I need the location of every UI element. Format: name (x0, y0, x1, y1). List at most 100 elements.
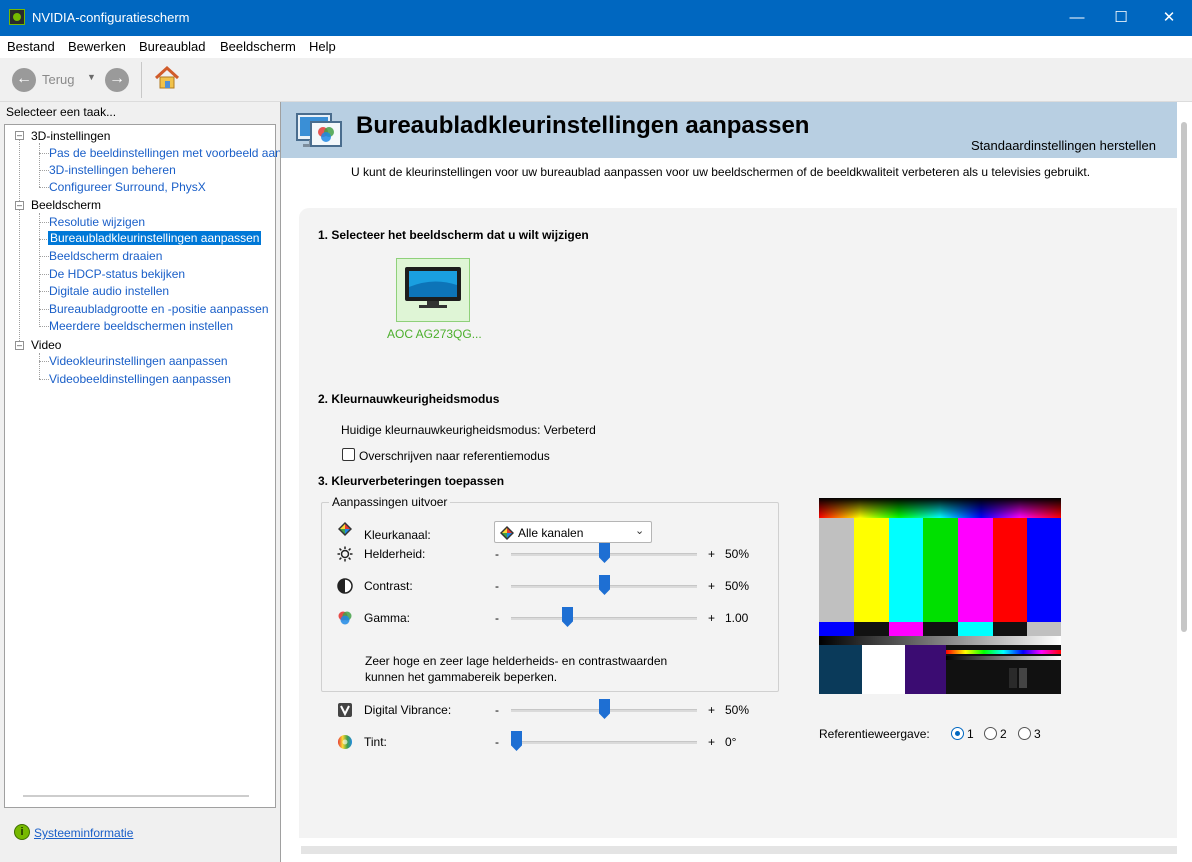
gamma-label: Gamma: (364, 611, 411, 625)
gamma-increase[interactable]: + (708, 611, 715, 625)
back-button-label[interactable]: Terug (42, 72, 75, 87)
nvidia-app-icon (9, 9, 25, 25)
digital-vibrance-label: Digital Vibrance: (364, 703, 452, 717)
section-1-heading: 1. Selecteer het beeldscherm dat u wilt … (318, 228, 589, 242)
reference-radio-2[interactable] (984, 727, 997, 740)
tree-category-video[interactable]: Video (31, 338, 61, 352)
menu-bar: Bestand Bewerken Bureaublad Beeldscherm … (0, 36, 1192, 58)
chevron-down-icon: ⌄ (635, 525, 645, 537)
gamma-icon (337, 610, 353, 626)
tree-item-beeldinstellingen-voorbeeld[interactable]: Pas de beeldinstellingen met voorbeeld a… (49, 146, 282, 160)
contrast-icon (337, 578, 353, 594)
current-accuracy-mode: Huidige kleurnauwkeurigheidsmodus: Verbe… (341, 423, 596, 437)
tree-item-digitale-audio[interactable]: Digitale audio instellen (49, 284, 169, 298)
color-channel-value: Alle kanalen (518, 526, 584, 540)
digital-vibrance-decrease[interactable]: - (495, 703, 499, 717)
page-description: U kunt de kleurinstellingen voor uw bure… (351, 165, 1091, 179)
tree-item-hdcp[interactable]: De HDCP-status bekijken (49, 267, 185, 281)
reference-radio-1[interactable] (951, 727, 964, 740)
tint-increase[interactable]: + (708, 735, 715, 749)
override-reference-checkbox[interactable] (342, 448, 355, 461)
toolbar-divider (141, 62, 142, 98)
reference-view-label: Referentieweergave: (819, 727, 930, 741)
brightness-decrease[interactable]: - (495, 547, 499, 561)
tree-item-beeldscherm-draaien[interactable]: Beeldscherm draaien (49, 249, 162, 263)
tree-category-3d[interactable]: 3D-instellingen (31, 129, 110, 143)
brightness-increase[interactable]: + (708, 547, 715, 561)
system-info-area: i Systeeminformatie (4, 808, 276, 854)
collapse-beeldscherm-icon[interactable]: – (15, 201, 24, 210)
contrast-increase[interactable]: + (708, 579, 715, 593)
menu-help[interactable]: Help (309, 39, 336, 54)
task-tree: – 3D-instellingen Pas de beeldinstelling… (4, 124, 282, 808)
tree-item-resolutie[interactable]: Resolutie wijzigen (49, 215, 145, 229)
digital-vibrance-slider-thumb[interactable] (599, 699, 610, 719)
color-test-pattern (819, 498, 1061, 694)
close-button[interactable]: ✕ (1146, 0, 1192, 36)
page-banner: Bureaubladkleurinstellingen aanpassen St… (281, 102, 1177, 158)
section-2-heading: 2. Kleurnauwkeurigheidsmodus (318, 392, 500, 406)
menu-beeldscherm[interactable]: Beeldscherm (220, 39, 296, 54)
tree-item-meerdere-beeldschermen[interactable]: Meerdere beeldschermen instellen (49, 319, 233, 333)
collapse-3d-icon[interactable]: – (15, 131, 24, 140)
tree-horizontal-scrollbar[interactable] (23, 795, 249, 797)
sun-icon (337, 546, 353, 562)
tree-item-surround-physx[interactable]: Configureer Surround, PhysX (49, 180, 206, 194)
forward-arrow-icon[interactable]: → (105, 68, 129, 92)
contrast-value: 50% (725, 579, 750, 593)
menu-bewerken[interactable]: Bewerken (68, 39, 126, 54)
gamma-decrease[interactable]: - (495, 611, 499, 625)
tree-item-videobeeld[interactable]: Videobeeldinstellingen aanpassen (49, 372, 231, 386)
restore-defaults-link[interactable]: Standaardinstellingen herstellen (971, 138, 1156, 153)
reference-radio-3[interactable] (1018, 727, 1031, 740)
output-adjustments-title: Aanpassingen uitvoer (329, 495, 451, 509)
reference-option-3[interactable]: 3 (1034, 727, 1041, 741)
tree-item-bureaubladkleur-selected[interactable]: Bureaubladkleurinstellingen aanpassen (48, 231, 262, 245)
tint-slider-thumb[interactable] (511, 731, 522, 751)
tint-icon (337, 734, 353, 750)
main-vertical-scrollbar[interactable] (1181, 122, 1187, 632)
menu-bureaublad[interactable]: Bureaublad (139, 39, 206, 54)
brightness-label: Helderheid: (364, 547, 426, 561)
reference-option-2[interactable]: 2 (1000, 727, 1007, 741)
tree-item-videokleur[interactable]: Videokleurinstellingen aanpassen (49, 354, 228, 368)
brightness-value: 50% (725, 547, 750, 561)
page-title: Bureaubladkleurinstellingen aanpassen (356, 112, 810, 139)
main-content: Bureaubladkleurinstellingen aanpassen St… (280, 102, 1192, 862)
monitor-label[interactable]: AOC AG273QG... (387, 327, 482, 341)
system-info-icon[interactable]: i (14, 824, 30, 840)
home-icon[interactable] (153, 64, 181, 92)
back-arrow-icon[interactable]: ← (12, 68, 36, 92)
tint-decrease[interactable]: - (495, 735, 499, 749)
menu-bestand[interactable]: Bestand (7, 39, 55, 54)
back-history-dropdown-icon[interactable]: ▼ (87, 72, 96, 82)
gamma-warning: Zeer hoge en zeer lage helderheids- en c… (365, 653, 667, 685)
gamma-warning-line-1: Zeer hoge en zeer lage helderheids- en c… (365, 654, 668, 668)
color-channel-label: Kleurkanaal: (364, 528, 431, 542)
reference-option-1[interactable]: 1 (967, 727, 974, 741)
tree-item-3d-beheren[interactable]: 3D-instellingen beheren (49, 163, 176, 177)
override-reference-label[interactable]: Overschrijven naar referentiemodus (359, 449, 550, 463)
color-channel-icon (337, 521, 353, 537)
monitor-selector[interactable] (396, 258, 470, 322)
task-panel-heading: Selecteer een taak... (6, 105, 117, 119)
tree-category-beeldscherm[interactable]: Beeldscherm (31, 198, 101, 212)
all-channels-icon (499, 525, 515, 541)
window-title: NVIDIA-configuratiescherm (32, 10, 190, 25)
section-3-heading: 3. Kleurverbeteringen toepassen (318, 474, 505, 488)
digital-vibrance-value: 50% (725, 703, 750, 717)
digital-vibrance-increase[interactable]: + (708, 703, 715, 717)
maximize-button[interactable]: ☐ (1098, 0, 1144, 36)
contrast-decrease[interactable]: - (495, 579, 499, 593)
tint-slider-track[interactable] (511, 741, 697, 744)
gamma-slider-track[interactable] (511, 617, 697, 620)
system-info-link[interactable]: Systeeminformatie (34, 826, 133, 840)
color-channel-dropdown[interactable]: Alle kanalen ⌄ (494, 521, 652, 543)
tree-item-bureaubladgrootte[interactable]: Bureaubladgrootte en -positie aanpassen (49, 302, 269, 316)
minimize-button[interactable]: — (1054, 0, 1100, 36)
tint-value: 0° (725, 735, 737, 749)
main-horizontal-scrollbar[interactable] (301, 846, 1177, 854)
vibrance-icon (337, 702, 353, 718)
contrast-label: Contrast: (364, 579, 413, 593)
collapse-video-icon[interactable]: – (15, 341, 24, 350)
